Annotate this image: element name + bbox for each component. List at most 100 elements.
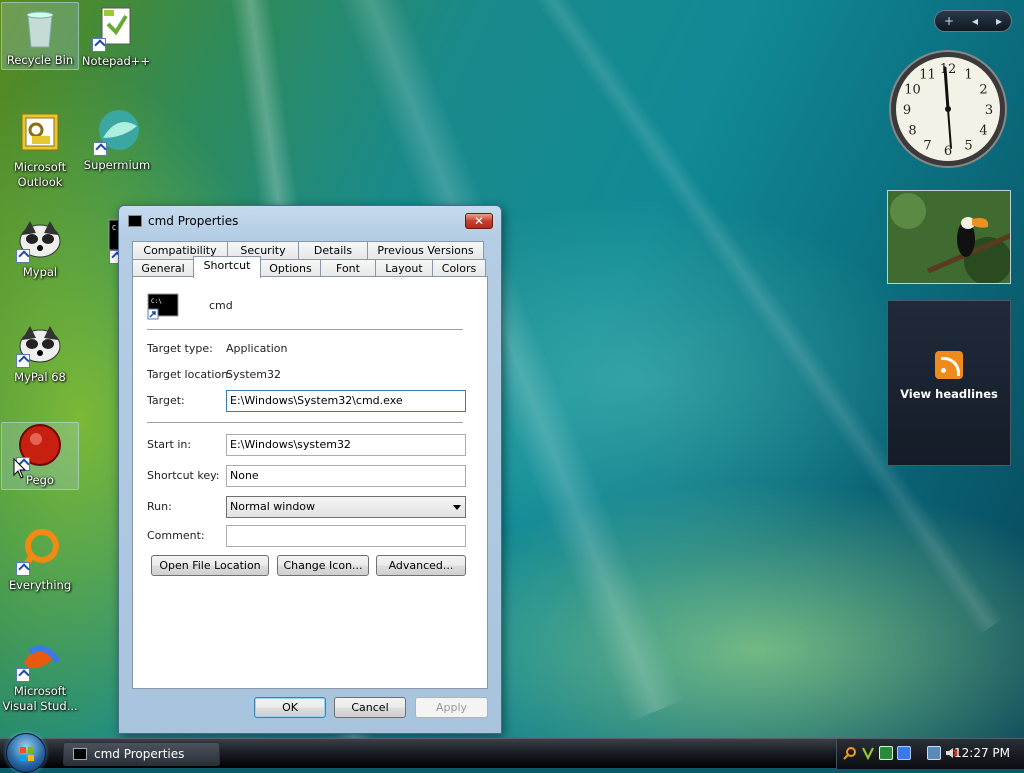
shortcut-key-label: Shortcut key: bbox=[147, 469, 220, 482]
apply-button[interactable]: Apply bbox=[415, 697, 488, 718]
app-tray-icon[interactable] bbox=[897, 746, 911, 760]
separator bbox=[147, 422, 463, 423]
title-bar[interactable]: cmd Properties ✕ bbox=[119, 206, 501, 236]
cmd-properties-dialog[interactable]: cmd Properties ✕ Compatibility Security … bbox=[118, 205, 502, 734]
desktop-icon-everything[interactable]: Everything bbox=[1, 528, 79, 593]
taskbar-button-label: cmd Properties bbox=[94, 747, 185, 761]
shortcut-cmd-icon: C:\ bbox=[147, 293, 179, 321]
advanced-button[interactable]: Advanced... bbox=[376, 555, 466, 576]
desktop-icon-supermium[interactable]: Supermium bbox=[78, 108, 156, 173]
rss-feed-icon bbox=[935, 351, 963, 379]
search-icon[interactable] bbox=[843, 746, 857, 760]
desktop-icon-label: Recycle Bin bbox=[6, 53, 74, 67]
target-location-value: System32 bbox=[226, 368, 282, 381]
tab-details[interactable]: Details bbox=[298, 241, 368, 260]
desktop-icon-label: Mypal bbox=[22, 265, 58, 279]
visual-studio-icon bbox=[16, 634, 64, 682]
sidebar-toolbar: + ◂ ▸ bbox=[934, 10, 1012, 32]
run-select-value: Normal window bbox=[230, 500, 316, 513]
system-tray: 12:27 PM bbox=[836, 739, 1024, 769]
target-input[interactable]: E:\Windows\System32\cmd.exe bbox=[226, 390, 466, 412]
target-type-label: Target type: bbox=[147, 342, 213, 355]
start-in-label: Start in: bbox=[147, 438, 192, 451]
shortcut-tab-panel: C:\ cmd Target type: Application Target … bbox=[132, 276, 488, 689]
view-headlines-link[interactable]: View headlines bbox=[888, 387, 1010, 401]
clock-numeral: 11 bbox=[919, 68, 936, 83]
security-icon[interactable] bbox=[879, 746, 893, 760]
clock-numeral: 10 bbox=[904, 83, 921, 98]
everything-search-icon bbox=[16, 528, 64, 576]
target-location-label: Target location: bbox=[147, 368, 232, 381]
desktop-icon-mypal-68[interactable]: MyPal 68 bbox=[1, 320, 79, 385]
ok-button[interactable]: OK bbox=[254, 697, 326, 718]
run-label: Run: bbox=[147, 500, 172, 513]
recycle-bin-icon bbox=[16, 3, 64, 51]
desktop-icon-mypal[interactable]: Mypal bbox=[1, 215, 79, 280]
clock-numeral: 2 bbox=[979, 83, 987, 98]
start-button[interactable] bbox=[6, 733, 46, 773]
clock-numeral: 1 bbox=[964, 68, 972, 83]
desktop-icon-notepad-plus-plus[interactable]: Notepad++ bbox=[77, 4, 155, 69]
supermium-icon bbox=[93, 108, 141, 156]
target-type-value: Application bbox=[226, 342, 288, 355]
open-file-location-button[interactable]: Open File Location bbox=[151, 555, 269, 576]
shortcut-key-input[interactable]: None bbox=[226, 465, 466, 487]
mypal-raccoon-icon bbox=[16, 215, 64, 263]
shortcut-name: cmd bbox=[209, 299, 233, 312]
separator bbox=[147, 329, 463, 330]
desktop-icon-label: Notepad++ bbox=[81, 54, 151, 68]
clock-time[interactable]: 12:27 PM bbox=[954, 746, 1010, 760]
clock-gadget[interactable]: 12 1 2 3 4 5 6 7 8 9 10 11 bbox=[887, 48, 1009, 170]
notepad-plus-plus-icon bbox=[92, 4, 140, 52]
desktop-icon-label: Supermium bbox=[83, 158, 151, 172]
desktop-icon-recycle-bin[interactable]: Recycle Bin bbox=[1, 2, 79, 70]
shortcut-arrow-icon bbox=[16, 249, 30, 263]
network-signal-icon[interactable] bbox=[861, 746, 875, 761]
mypal-68-raccoon-icon bbox=[16, 320, 64, 368]
cancel-button[interactable]: Cancel bbox=[334, 697, 406, 718]
clock-numeral: 7 bbox=[923, 139, 931, 154]
desktop-icon-label: Microsoft Outlook bbox=[13, 160, 67, 189]
start-in-input[interactable]: E:\Windows\system32 bbox=[226, 434, 466, 456]
network-icon[interactable] bbox=[927, 746, 941, 760]
clock-numeral: 5 bbox=[964, 139, 972, 154]
taskbar: cmd Properties 12:27 PM bbox=[0, 733, 1024, 773]
clock-numeral: 4 bbox=[979, 124, 987, 139]
close-button[interactable]: ✕ bbox=[465, 213, 493, 229]
target-label: Target: bbox=[147, 394, 185, 407]
chevron-down-icon bbox=[453, 505, 461, 510]
shortcut-arrow-icon bbox=[16, 668, 30, 682]
desktop-icon-label: Everything bbox=[8, 578, 72, 592]
tab-shortcut[interactable]: Shortcut bbox=[193, 256, 261, 278]
comment-input[interactable] bbox=[226, 525, 466, 547]
change-icon-button[interactable]: Change Icon... bbox=[277, 555, 369, 576]
clock-numeral: 3 bbox=[985, 103, 993, 118]
shortcut-arrow-icon bbox=[16, 562, 30, 576]
tab-row-top: Compatibility Security Details Previous … bbox=[132, 241, 484, 260]
svg-text:C:\: C:\ bbox=[151, 298, 162, 305]
taskbar-button-cmd-properties[interactable]: cmd Properties bbox=[63, 742, 220, 766]
cmd-window-icon bbox=[128, 215, 142, 227]
windows-logo-icon bbox=[20, 747, 34, 761]
add-gadget-button[interactable]: + bbox=[944, 14, 954, 28]
shortcut-arrow-icon bbox=[93, 142, 107, 156]
shortcut-arrow-icon bbox=[92, 38, 106, 52]
clock-numeral: 9 bbox=[903, 103, 911, 118]
window-title: cmd Properties bbox=[148, 214, 239, 228]
feed-headlines-gadget[interactable]: View headlines bbox=[887, 300, 1011, 466]
previous-gadget-icon[interactable]: ◂ bbox=[972, 14, 978, 28]
run-select[interactable]: Normal window bbox=[226, 496, 466, 518]
desktop-icon-label: Microsoft Visual Stud... bbox=[2, 684, 78, 713]
next-gadget-icon[interactable]: ▸ bbox=[996, 14, 1002, 28]
shortcut-arrow-icon bbox=[16, 354, 30, 368]
comment-label: Comment: bbox=[147, 529, 205, 542]
desktop-icon-label: MyPal 68 bbox=[14, 370, 66, 384]
clock-numeral: 8 bbox=[908, 124, 916, 139]
cmd-window-icon bbox=[73, 748, 87, 760]
desktop-icon-visual-studio[interactable]: Microsoft Visual Stud... bbox=[1, 634, 79, 714]
slideshow-gadget[interactable] bbox=[887, 190, 1011, 284]
clock-numeral: 12 bbox=[940, 62, 957, 77]
outlook-icon bbox=[16, 110, 64, 158]
desktop-icon-microsoft-outlook[interactable]: Microsoft Outlook bbox=[1, 110, 79, 190]
tab-previous-versions[interactable]: Previous Versions bbox=[367, 241, 484, 260]
